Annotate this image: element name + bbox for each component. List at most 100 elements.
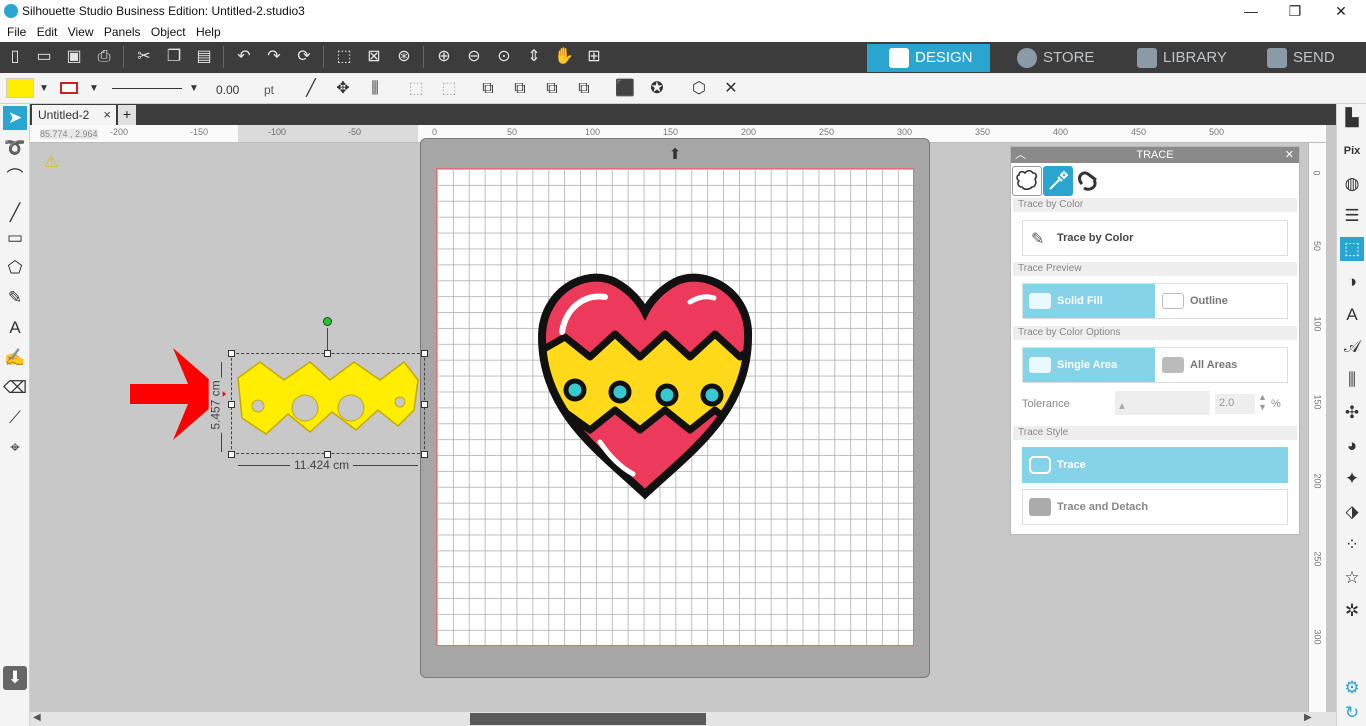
- sketch-font-icon[interactable]: 𝒜: [1340, 335, 1364, 359]
- menu-help[interactable]: Help: [196, 22, 221, 39]
- resize-handle[interactable]: [421, 401, 428, 408]
- select-by-color-icon[interactable]: ⊛: [393, 46, 415, 68]
- freehand-tool-icon[interactable]: ✎: [3, 286, 27, 310]
- save-icon[interactable]: ▣: [63, 46, 85, 68]
- solid-fill-option[interactable]: Solid Fill: [1023, 284, 1155, 318]
- line-style-preview[interactable]: [112, 88, 182, 89]
- move-icon[interactable]: ✥: [332, 78, 354, 100]
- scroll-left-icon[interactable]: ◀: [33, 712, 41, 723]
- paste-icon[interactable]: ▤: [193, 46, 215, 68]
- minimize-button[interactable]: —: [1228, 1, 1274, 21]
- offset-icon[interactable]: ✲: [1340, 599, 1364, 623]
- star-shape-icon[interactable]: ✪: [646, 78, 668, 100]
- knife-tool-icon[interactable]: ⟋: [3, 406, 27, 430]
- line-draw-icon[interactable]: ╱: [3, 201, 27, 225]
- copy-icon[interactable]: ❐: [163, 46, 185, 68]
- heart-image[interactable]: [530, 262, 760, 507]
- print-icon[interactable]: ⎙: [93, 46, 115, 68]
- tolerance-slider[interactable]: ▲: [1115, 391, 1210, 415]
- nest-icon[interactable]: ⬗: [1340, 500, 1364, 524]
- eyedropper-tool-icon[interactable]: ⌖: [3, 436, 27, 460]
- resize-handle[interactable]: [228, 350, 235, 357]
- library-save-icon[interactable]: ⬇: [3, 666, 27, 690]
- deselect-icon[interactable]: ⊠: [363, 46, 385, 68]
- page-setup-icon[interactable]: ▙: [1340, 106, 1364, 130]
- zoom-out-icon[interactable]: ⊖: [463, 46, 485, 68]
- trace-panel-icon[interactable]: ⬚: [1340, 237, 1364, 261]
- resize-handle[interactable]: [421, 350, 428, 357]
- drag-zoom-icon[interactable]: ⇕: [523, 46, 545, 68]
- group-icon[interactable]: ⬚: [405, 78, 427, 100]
- tab-send[interactable]: SEND: [1245, 44, 1365, 72]
- fill-color-icon[interactable]: ◍: [1340, 172, 1364, 196]
- menu-view[interactable]: View: [68, 22, 94, 39]
- scrollbar-thumb[interactable]: [470, 713, 706, 725]
- zoom-in-icon[interactable]: ⊕: [433, 46, 455, 68]
- single-area-option[interactable]: Single Area: [1023, 348, 1155, 382]
- horizontal-scrollbar[interactable]: ◀ ▶: [30, 712, 1336, 726]
- line-style-icon[interactable]: ☰: [1340, 204, 1364, 228]
- close-window-button[interactable]: ✕: [1318, 1, 1364, 21]
- scroll-right-icon[interactable]: ▶: [1304, 712, 1312, 723]
- open-folder-icon[interactable]: ▭: [33, 46, 55, 68]
- menu-file[interactable]: File: [7, 22, 26, 39]
- text-style-icon[interactable]: A: [1340, 303, 1364, 327]
- favorite-star-icon[interactable]: ☆: [1340, 566, 1364, 590]
- ungroup-icon[interactable]: ⬚: [438, 78, 460, 100]
- modify-icon[interactable]: ◕: [1340, 434, 1364, 458]
- resize-handle[interactable]: [421, 451, 428, 458]
- align-panel-icon[interactable]: ⫼: [1340, 368, 1364, 392]
- tab-design[interactable]: DESIGN: [867, 44, 990, 72]
- send-to-back-icon[interactable]: ⧉: [573, 78, 595, 100]
- contrast-icon[interactable]: ◑: [1340, 270, 1364, 294]
- eraser-tool-icon[interactable]: ⌫: [3, 376, 27, 400]
- refresh-icon[interactable]: ↻: [1340, 701, 1364, 725]
- traced-yellow-shape[interactable]: [232, 360, 424, 436]
- menu-panels[interactable]: Panels: [104, 22, 141, 39]
- weld-icon[interactable]: ⬛: [614, 78, 636, 100]
- trace-and-detach-button[interactable]: Trace and Detach: [1022, 489, 1288, 525]
- undo-icon[interactable]: ↶: [233, 46, 255, 68]
- fill-color-swatch[interactable]: [6, 78, 34, 98]
- resize-handle[interactable]: [324, 451, 331, 458]
- select-tool-icon[interactable]: ➤: [3, 106, 27, 130]
- menu-object[interactable]: Object: [151, 22, 186, 39]
- zoom-select-icon[interactable]: ⊙: [493, 46, 515, 68]
- maximize-button[interactable]: ❐: [1272, 1, 1318, 21]
- tab-library[interactable]: LIBRARY: [1115, 44, 1240, 72]
- tolerance-stepper[interactable]: ▲ ▼: [1258, 392, 1267, 412]
- resize-handle[interactable]: [228, 401, 235, 408]
- all-areas-option[interactable]: All Areas: [1156, 348, 1287, 382]
- brush-tool-icon[interactable]: ✍: [3, 346, 27, 370]
- redo-icon[interactable]: ↷: [263, 46, 285, 68]
- text-tool-icon[interactable]: A: [3, 316, 27, 340]
- tab-trace-by-color[interactable]: [1043, 166, 1073, 196]
- tab-trace-magnet[interactable]: [1074, 166, 1104, 196]
- pixscan-icon[interactable]: Pix: [1340, 139, 1364, 163]
- bring-forward-icon[interactable]: ⧉: [477, 78, 499, 100]
- edit-points-icon[interactable]: ➰: [3, 136, 27, 160]
- bring-to-front-icon[interactable]: ⧉: [541, 78, 563, 100]
- chevron-down-icon[interactable]: ▼: [33, 78, 55, 100]
- pan-hand-icon[interactable]: ✋: [553, 46, 575, 68]
- rectangle-tool-icon[interactable]: ▭: [3, 226, 27, 250]
- menu-edit[interactable]: Edit: [37, 22, 58, 39]
- close-panel-icon[interactable]: ✕: [1285, 147, 1294, 163]
- add-tab-button[interactable]: +: [118, 105, 136, 125]
- cut-icon[interactable]: ✂: [133, 46, 155, 68]
- line-width-field[interactable]: 0.00: [212, 81, 254, 99]
- redraw-icon[interactable]: ⟳: [293, 46, 315, 68]
- collapse-icon[interactable]: ︿: [1015, 147, 1026, 163]
- polygon-tool-icon[interactable]: ⬠: [3, 256, 27, 280]
- resize-handle[interactable]: [228, 451, 235, 458]
- tolerance-field[interactable]: 2.0: [1215, 394, 1255, 414]
- slider-handle-icon[interactable]: ▲: [1117, 401, 1127, 412]
- select-all-icon[interactable]: ⬚: [333, 46, 355, 68]
- new-file-icon[interactable]: ▯: [4, 46, 26, 68]
- settings-gear-icon[interactable]: ⚙: [1340, 676, 1364, 700]
- trace-button[interactable]: Trace: [1022, 447, 1288, 483]
- 3d-box-icon[interactable]: ⬡: [688, 78, 710, 100]
- rotate-handle[interactable]: [323, 317, 332, 326]
- send-backward-icon[interactable]: ⧉: [509, 78, 531, 100]
- outline-option[interactable]: Outline: [1156, 284, 1287, 318]
